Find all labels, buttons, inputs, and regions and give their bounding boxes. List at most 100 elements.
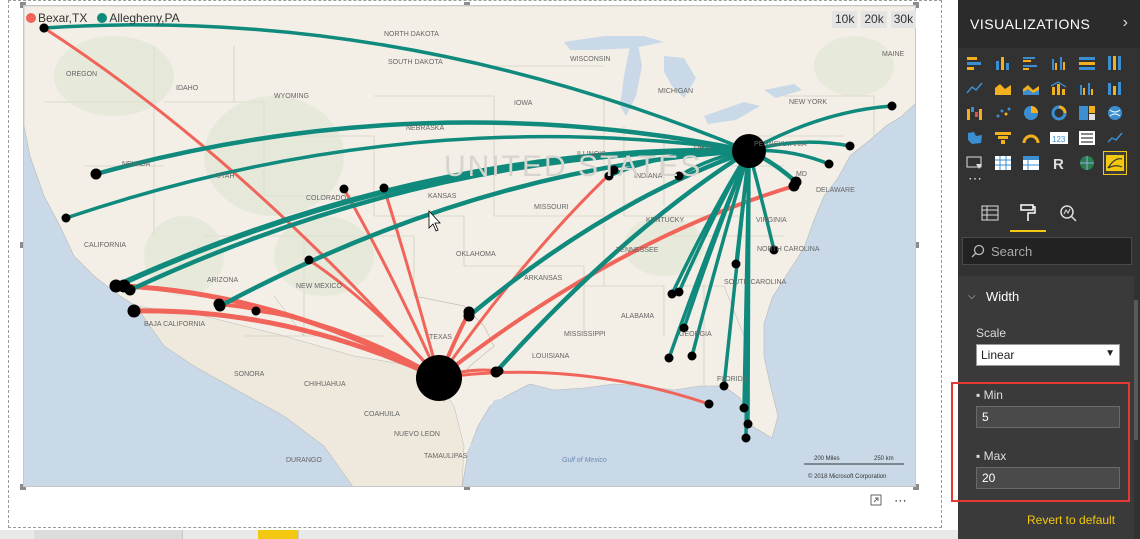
map-label: SOUTH DAKOTA	[388, 59, 443, 66]
map-label: BAJA CALIFORNIA	[144, 321, 205, 328]
flow-map[interactable]: OREGON IDAHO WYOMING NEVADA UTAH COLORAD…	[23, 5, 916, 487]
line-chart-icon[interactable]	[964, 77, 986, 99]
map-label: IDAHO	[176, 85, 199, 92]
clustered-bar-chart-icon[interactable]	[1020, 52, 1042, 74]
map-label: ARKANSAS	[524, 275, 562, 282]
stacked-area-chart-icon[interactable]	[1020, 77, 1042, 99]
stacked-column-chart-icon[interactable]	[992, 52, 1014, 74]
ribbon-chart-icon[interactable]	[1104, 77, 1126, 99]
search-placeholder: Search	[991, 243, 1033, 259]
destination-dot	[845, 141, 855, 151]
destination-dot	[790, 176, 802, 188]
r-visual-icon[interactable]: R	[1048, 152, 1070, 174]
stacked-bar-chart-icon[interactable]	[964, 52, 986, 74]
matrix-icon[interactable]	[1020, 152, 1042, 174]
search-input[interactable]: Search	[962, 237, 1132, 265]
pane-header: VISUALIZATIONS ›	[958, 0, 1140, 48]
pie-chart-icon[interactable]	[1020, 102, 1042, 124]
destination-dot	[304, 255, 314, 265]
destination-dot	[667, 289, 677, 299]
legend-item-bexar[interactable]: Bexar,TX	[26, 11, 87, 25]
legend-item-allegheny[interactable]: Allegheny,PA	[97, 11, 180, 25]
gulf-water	[464, 390, 766, 486]
pane-title: VISUALIZATIONS	[970, 16, 1091, 32]
bexar-hub-dot	[416, 355, 462, 401]
legend-label: Bexar,TX	[38, 11, 88, 25]
page-tab[interactable]	[34, 530, 105, 539]
destination-dot	[739, 403, 749, 413]
map-label: CALIFORNIA	[84, 242, 126, 249]
card-icon[interactable]: 123	[1048, 127, 1070, 149]
chevron-down-icon: ⌵	[968, 290, 976, 302]
map-label: WISCONSIN	[570, 56, 610, 63]
scatter-chart-icon[interactable]	[992, 102, 1014, 124]
map-label: PENNSYLVANIA	[754, 141, 807, 148]
scale-dropdown[interactable]: Linear ▼	[976, 344, 1120, 366]
line-column-chart-icon[interactable]	[1048, 77, 1070, 99]
100-column-chart-icon[interactable]	[1104, 52, 1126, 74]
collapse-chevron-icon[interactable]: ›	[1123, 14, 1128, 32]
scale-10k-button[interactable]: 10k	[832, 11, 858, 28]
map-label: NEVADA	[122, 161, 151, 168]
fields-tab-icon[interactable]	[972, 196, 1008, 230]
filled-map-icon[interactable]	[964, 127, 986, 149]
more-options-icon[interactable]: ⋯	[894, 494, 908, 510]
map-icon[interactable]	[1104, 102, 1126, 124]
destination-dot	[90, 168, 102, 180]
treemap-icon[interactable]	[1076, 102, 1098, 124]
allegheny-hub-dot	[732, 134, 766, 168]
legend-dot-icon	[97, 13, 108, 23]
area-chart-icon[interactable]	[992, 77, 1014, 99]
map-label: MD	[796, 171, 807, 178]
format-tab-paint-roller-icon[interactable]	[1010, 196, 1046, 232]
kpi-icon[interactable]	[1104, 127, 1126, 149]
page-tab[interactable]	[104, 530, 183, 539]
map-label: SOUTH CAROLINA	[724, 279, 787, 286]
annotation-highlight-box	[951, 382, 1130, 502]
destination-dot	[664, 353, 674, 363]
table-icon[interactable]	[992, 152, 1014, 174]
gauge-icon[interactable]	[1020, 127, 1042, 149]
destination-dot	[704, 399, 714, 409]
analytics-tab-icon[interactable]	[1050, 196, 1086, 230]
scale-20k-button[interactable]: 20k	[861, 11, 887, 28]
revert-to-default-link[interactable]: Revert to default	[1027, 513, 1115, 527]
scale-miles: 200 Miles	[814, 456, 840, 462]
clustered-column-chart-icon[interactable]	[1048, 52, 1070, 74]
multi-row-card-icon[interactable]	[1076, 127, 1098, 149]
flow-map-visual-icon[interactable]	[1103, 151, 1127, 175]
globe-visual-icon[interactable]	[1076, 152, 1098, 174]
map-label: CHIHUAHUA	[304, 381, 346, 388]
more-visuals-icon[interactable]: ⋯	[968, 170, 983, 187]
line-clustered-column-icon[interactable]	[1076, 77, 1098, 99]
destination-dot	[743, 419, 753, 429]
map-label: ARIZONA	[207, 277, 238, 284]
width-section-header[interactable]: ⌵ Width	[958, 284, 1134, 308]
map-label: LOUISIANA	[532, 353, 570, 360]
map-label: COLORADO	[306, 195, 347, 202]
map-label: MISSOURI	[534, 204, 569, 211]
donut-chart-icon[interactable]	[1048, 102, 1070, 124]
page-tab-active[interactable]	[258, 530, 299, 539]
destination-dot	[824, 159, 834, 169]
focus-mode-icon[interactable]	[870, 494, 882, 510]
map-label: KENTUCKY	[646, 217, 684, 224]
destination-dot	[687, 351, 697, 361]
100-bar-chart-icon[interactable]	[1076, 52, 1098, 74]
map-label: WYOMING	[274, 93, 309, 100]
map-label: VIRGINIA	[756, 217, 787, 224]
map-label: OKLAHOMA	[456, 251, 496, 258]
map-legend[interactable]: Bexar,TX Allegheny,PA	[26, 10, 180, 26]
report-canvas: OREGON IDAHO WYOMING NEVADA UTAH COLORAD…	[0, 0, 958, 539]
pane-scrollbar[interactable]	[1134, 300, 1138, 440]
svg-text:123: 123	[1052, 135, 1066, 144]
scale-value: Linear	[981, 348, 1015, 362]
scale-30k-button[interactable]: 30k	[890, 11, 917, 28]
destination-dot	[109, 279, 123, 293]
destination-dot	[124, 284, 136, 296]
map-label: DURANGO	[286, 457, 322, 464]
destination-dot	[61, 213, 71, 223]
funnel-chart-icon[interactable]	[992, 127, 1014, 149]
waterfall-chart-icon[interactable]	[964, 102, 986, 124]
scale-km: 250 km	[874, 456, 894, 462]
